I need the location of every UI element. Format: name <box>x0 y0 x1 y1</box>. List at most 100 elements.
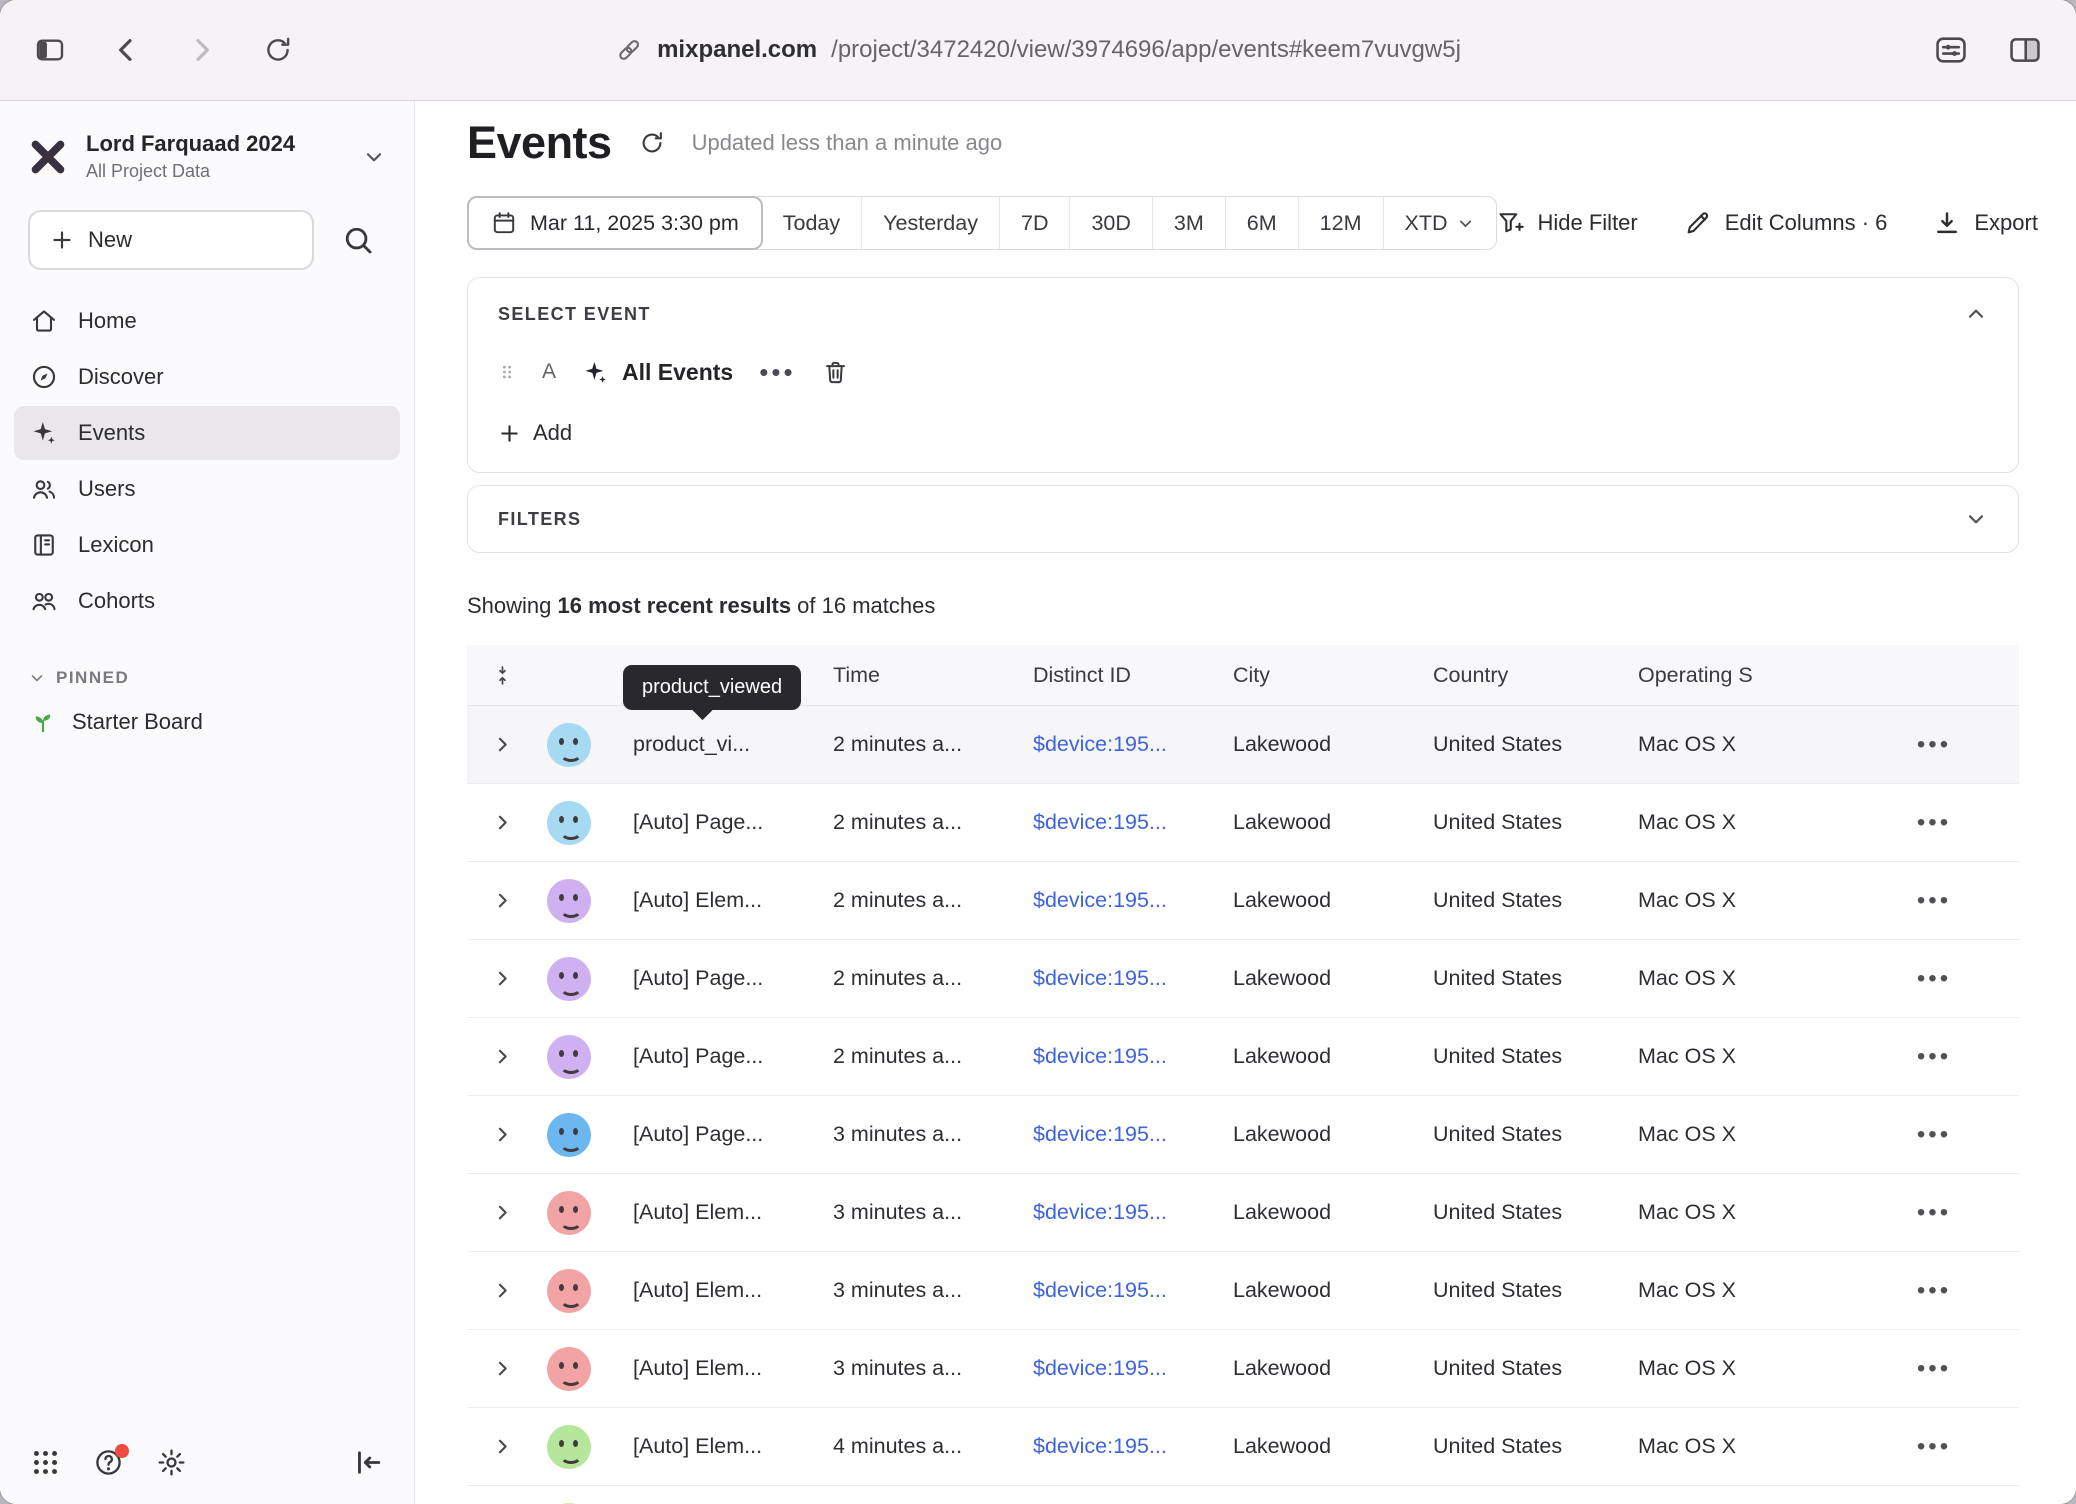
sidebar-item-lexicon[interactable]: Lexicon <box>14 518 400 572</box>
distinct-id-link[interactable]: $device:195... <box>1017 732 1217 757</box>
event-name: product_vi... <box>617 732 817 757</box>
add-event-button[interactable]: Add <box>498 420 572 446</box>
expand-row-icon[interactable] <box>491 811 514 834</box>
table-row[interactable]: [Auto] Elem... 3 minutes a... $device:19… <box>467 1252 2019 1330</box>
table-row[interactable]: [Auto] Elem... 4 minutes a... $device:19… <box>467 1408 2019 1486</box>
distinct-id-link[interactable]: $device:195... <box>1017 810 1217 835</box>
sidebar-item-users[interactable]: Users <box>14 462 400 516</box>
range-12m[interactable]: 12M <box>1298 197 1383 249</box>
plus-icon <box>50 228 74 252</box>
sidebar-item-cohorts[interactable]: Cohorts <box>14 574 400 628</box>
expand-row-icon[interactable] <box>491 1045 514 1068</box>
delete-event-button[interactable] <box>822 359 849 386</box>
date-picker-button[interactable]: Mar 11, 2025 3:30 pm <box>467 196 763 250</box>
sidebar-item-starter-board[interactable]: Starter Board <box>14 696 400 748</box>
event-selector-chip[interactable]: All Events <box>582 359 733 386</box>
new-button[interactable]: New <box>28 210 314 270</box>
updated-status: Updated less than a minute ago <box>692 130 1003 156</box>
expand-row-icon[interactable] <box>491 889 514 912</box>
search-button[interactable] <box>330 212 386 268</box>
cohorts-icon <box>30 587 58 615</box>
pinned-section-toggle[interactable]: PINNED <box>28 668 386 688</box>
address-bar[interactable]: mixpanel.com/project/3472420/view/397469… <box>615 36 1461 64</box>
distinct-id-link[interactable]: $device:195... <box>1017 1122 1217 1147</box>
search-icon <box>341 223 375 257</box>
expand-row-icon[interactable] <box>491 967 514 990</box>
distinct-id-link[interactable]: $device:195... <box>1017 1356 1217 1381</box>
back-icon[interactable] <box>110 34 142 66</box>
expand-row-icon[interactable] <box>491 1435 514 1458</box>
sidebar-item-discover[interactable]: Discover <box>14 350 400 404</box>
distinct-id-link[interactable]: $device:195... <box>1017 1044 1217 1069</box>
expand-row-icon[interactable] <box>491 1279 514 1302</box>
filters-card: FILTERS <box>467 485 2019 553</box>
range-6m[interactable]: 6M <box>1225 197 1298 249</box>
row-menu-button[interactable]: ••• <box>1849 1357 2019 1381</box>
edit-columns-button[interactable]: Edit Columns · 6 <box>1684 209 1888 237</box>
range-3m[interactable]: 3M <box>1152 197 1225 249</box>
collapse-card-icon[interactable] <box>1964 302 1988 326</box>
table-row[interactable]: ••• <box>467 1486 2019 1504</box>
table-row[interactable]: [Auto] Page... 2 minutes a... $device:19… <box>467 1018 2019 1096</box>
sidebar-toggle-icon[interactable] <box>34 34 66 66</box>
expand-row-icon[interactable] <box>491 1123 514 1146</box>
browser-window: mixpanel.com/project/3472420/view/397469… <box>0 0 2076 1504</box>
range-xtd[interactable]: XTD <box>1383 197 1496 249</box>
city-value: Lakewood <box>1217 1044 1417 1069</box>
home-icon <box>30 307 58 335</box>
event-options-button[interactable]: ••• <box>759 359 795 385</box>
refresh-button[interactable] <box>638 129 666 157</box>
row-menu-button[interactable]: ••• <box>1849 733 2019 757</box>
city-value: Lakewood <box>1217 1122 1417 1147</box>
distinct-id-link[interactable]: $device:195... <box>1017 1278 1217 1303</box>
users-icon <box>30 475 58 503</box>
table-row[interactable]: [Auto] Elem... 2 minutes a... $device:19… <box>467 862 2019 940</box>
row-menu-button[interactable]: ••• <box>1849 1279 2019 1303</box>
page-settings-icon[interactable] <box>1934 33 1968 67</box>
event-time: 2 minutes a... <box>817 1044 1017 1069</box>
expand-card-icon[interactable] <box>1964 507 1988 531</box>
row-menu-button[interactable]: ••• <box>1849 889 2019 913</box>
sidebar-item-events[interactable]: Events <box>14 406 400 460</box>
row-menu-button[interactable]: ••• <box>1849 1123 2019 1147</box>
expand-row-icon[interactable] <box>491 733 514 756</box>
distinct-id-link[interactable]: $device:195... <box>1017 1200 1217 1225</box>
range-yesterday[interactable]: Yesterday <box>861 197 999 249</box>
country-value: United States <box>1417 1278 1622 1303</box>
range-7d[interactable]: 7D <box>999 197 1069 249</box>
table-row[interactable]: [Auto] Elem... 3 minutes a... $device:19… <box>467 1174 2019 1252</box>
sidebar-item-home[interactable]: Home <box>14 294 400 348</box>
collapse-sidebar-icon[interactable] <box>353 1447 384 1478</box>
pinned-section-label: PINNED <box>56 668 129 688</box>
row-menu-button[interactable]: ••• <box>1849 1435 2019 1459</box>
range-30d[interactable]: 30D <box>1069 197 1151 249</box>
table-row[interactable]: [Auto] Page... 3 minutes a... $device:19… <box>467 1096 2019 1174</box>
range-today[interactable]: Today <box>762 197 861 249</box>
help-button[interactable] <box>93 1447 124 1478</box>
apps-grid-icon[interactable] <box>30 1447 61 1478</box>
table-row[interactable]: [Auto] Elem... 3 minutes a... $device:19… <box>467 1330 2019 1408</box>
event-name: [Auto] Elem... <box>617 1434 817 1459</box>
collapse-rows-icon[interactable] <box>491 664 514 687</box>
gear-icon[interactable] <box>156 1447 187 1478</box>
distinct-id-link[interactable]: $device:195... <box>1017 966 1217 991</box>
table-row[interactable]: [Auto] Page... 2 minutes a... $device:19… <box>467 784 2019 862</box>
distinct-id-link[interactable]: $device:195... <box>1017 888 1217 913</box>
row-menu-button[interactable]: ••• <box>1849 967 2019 991</box>
sidebar-item-label: Lexicon <box>78 532 154 558</box>
hide-filter-button[interactable]: Hide Filter <box>1497 209 1638 237</box>
expand-row-icon[interactable] <box>491 1357 514 1380</box>
row-menu-button[interactable]: ••• <box>1849 1201 2019 1225</box>
row-menu-button[interactable]: ••• <box>1849 1045 2019 1069</box>
drag-handle-icon[interactable] <box>498 359 516 385</box>
reload-icon[interactable] <box>262 34 294 66</box>
expand-row-icon[interactable] <box>491 1201 514 1224</box>
distinct-id-link[interactable]: $device:195... <box>1017 1434 1217 1459</box>
split-view-icon[interactable] <box>2008 33 2042 67</box>
row-menu-button[interactable]: ••• <box>1849 811 2019 835</box>
trash-icon <box>822 359 849 386</box>
column-header-time: Time <box>817 663 1017 688</box>
workspace-switcher[interactable]: Lord Farquaad 2024 All Project Data <box>0 101 414 190</box>
export-button[interactable]: Export <box>1933 209 2038 237</box>
table-row[interactable]: [Auto] Page... 2 minutes a... $device:19… <box>467 940 2019 1018</box>
